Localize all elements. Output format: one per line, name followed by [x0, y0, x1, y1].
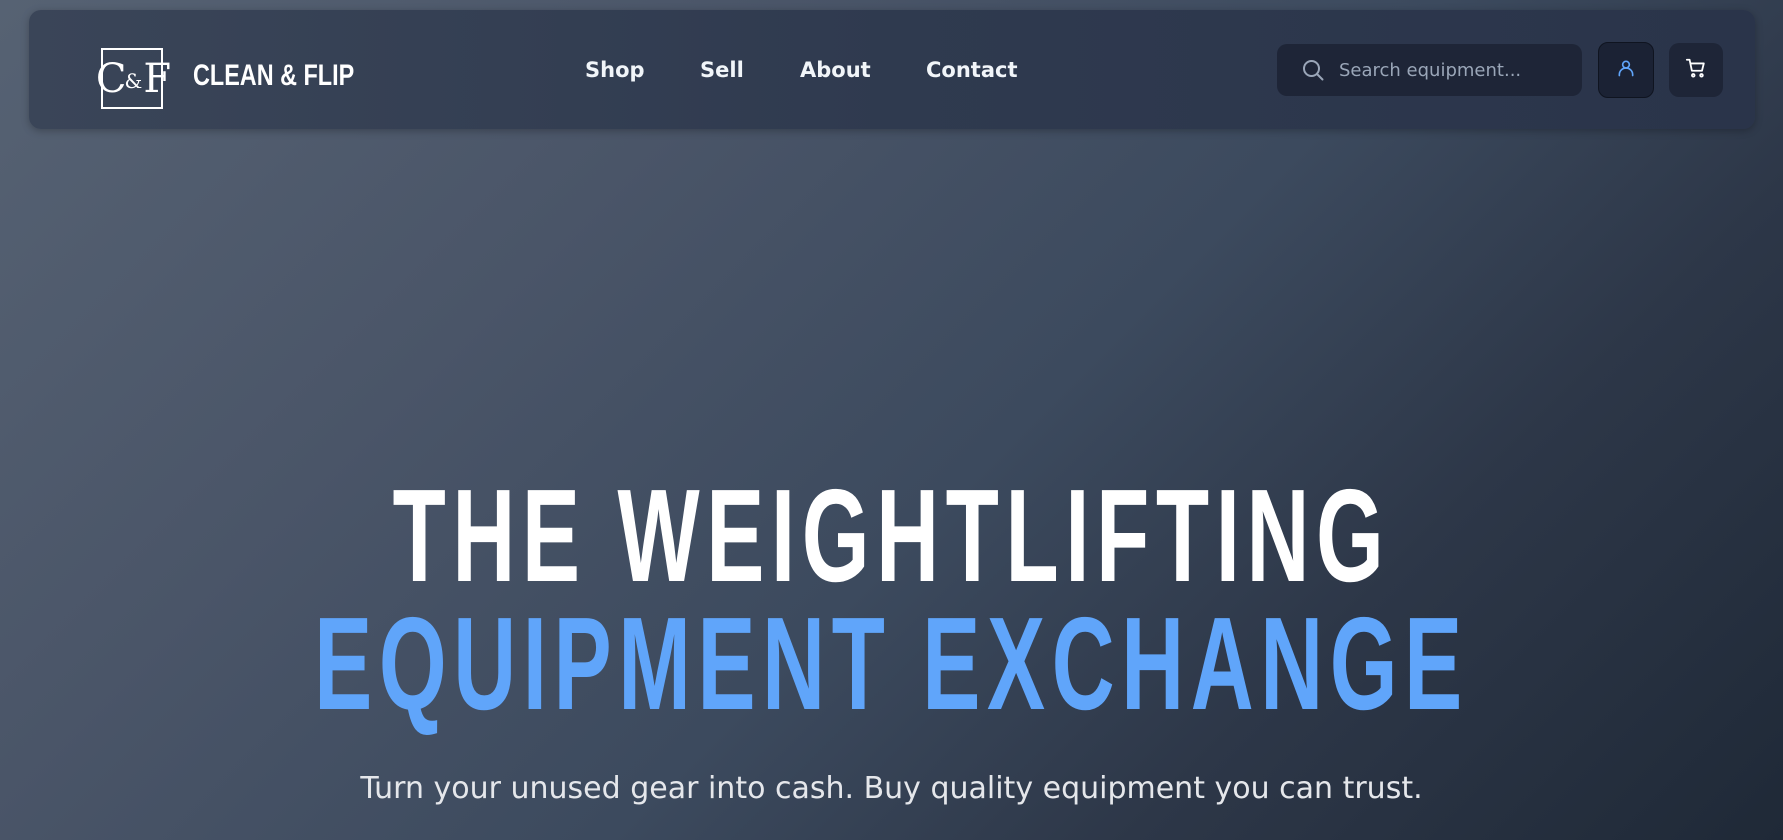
hero-title-line2: EQUIPMENT EXCHANGE: [314, 590, 1469, 737]
logo-letter-c: C: [95, 55, 127, 102]
logo-letter-f: F: [143, 55, 171, 102]
nav-shop[interactable]: Shop: [585, 58, 645, 82]
logo-ampersand: &: [124, 68, 143, 93]
brand-name[interactable]: CLEAN & FLIP: [193, 59, 354, 93]
hero-subtitle: Turn your unused gear into cash. Buy qua…: [360, 771, 1423, 806]
account-button[interactable]: [1598, 42, 1654, 98]
user-icon: [1616, 58, 1636, 82]
nav-about[interactable]: About: [800, 58, 871, 82]
logo[interactable]: C & F: [96, 48, 171, 109]
search-bar: [1277, 44, 1582, 96]
site-header: C & F CLEAN & FLIP Shop Sell About Contact: [29, 10, 1755, 129]
hero-title-line1: THE WEIGHTLIFTING: [392, 462, 1391, 609]
cart-icon: [1685, 57, 1707, 83]
cart-button[interactable]: [1669, 43, 1723, 97]
search-icon[interactable]: [1301, 58, 1325, 82]
nav-contact[interactable]: Contact: [926, 58, 1018, 82]
search-input[interactable]: [1339, 44, 1569, 96]
nav-sell[interactable]: Sell: [700, 58, 744, 82]
